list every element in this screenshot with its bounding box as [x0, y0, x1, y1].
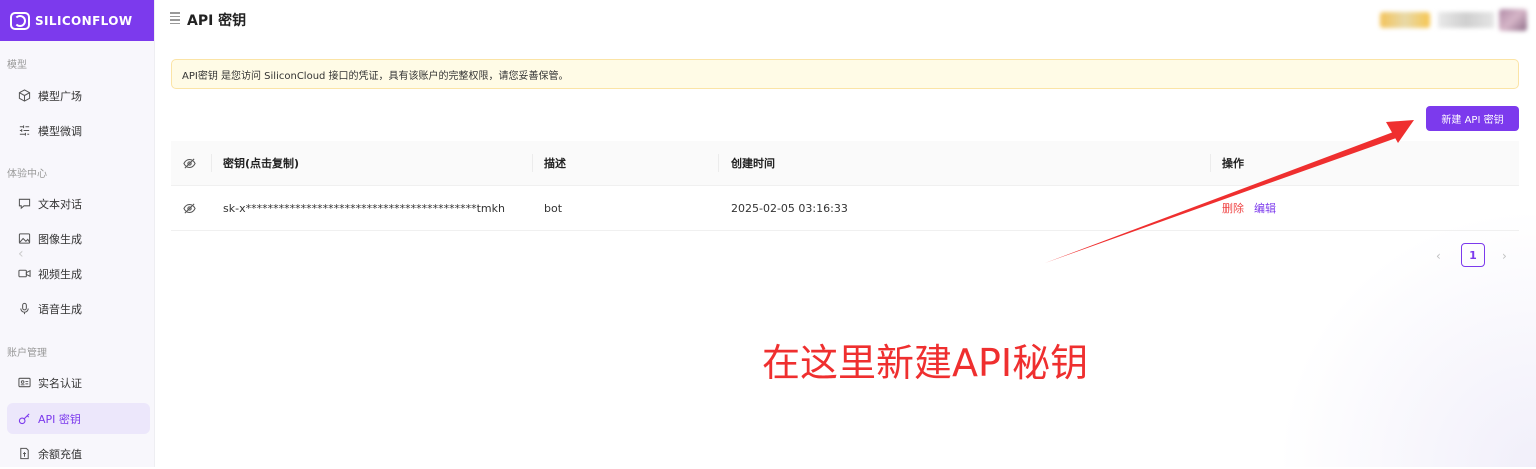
annotation-arrow — [1045, 120, 1414, 263]
annotation-text: 在这里新建API秘钥 — [762, 341, 1089, 385]
